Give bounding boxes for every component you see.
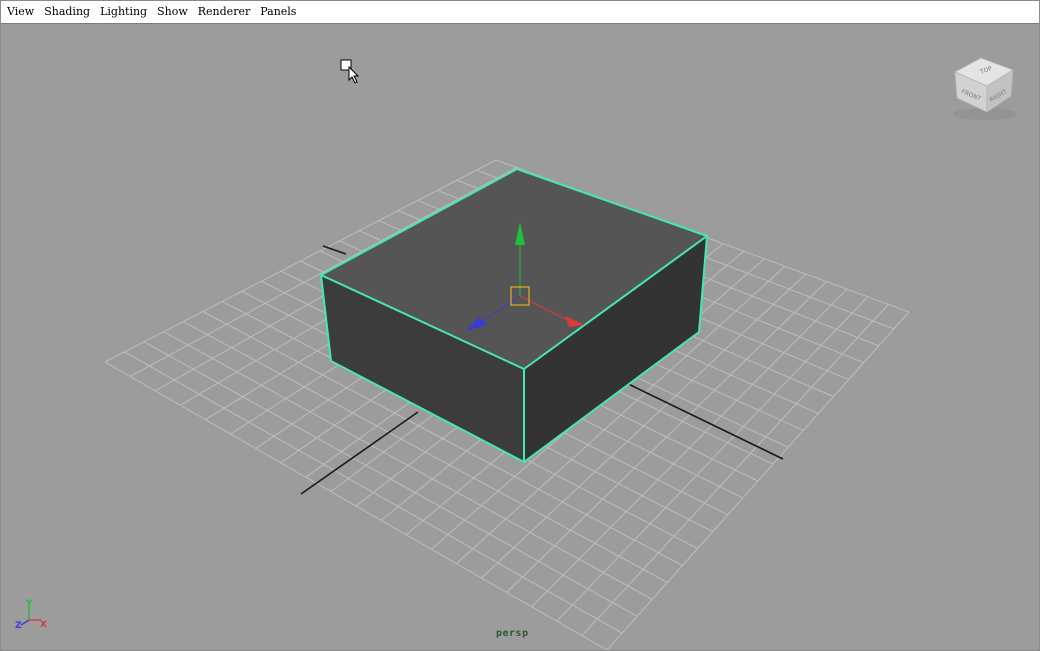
- perspective-viewport[interactable]: TOP FRONT RIGHT Y X Z persp: [1, 24, 1039, 650]
- viewport-canvas[interactable]: TOP FRONT RIGHT Y X Z: [1, 24, 1039, 650]
- axis-y-label: Y: [25, 599, 33, 609]
- menu-view[interactable]: View: [1, 1, 39, 23]
- panel-menubar: View Shading Lighting Show Renderer Pane…: [1, 1, 1039, 24]
- axis-x-label: X: [40, 620, 47, 630]
- cursor-select-icon: [340, 59, 360, 84]
- menu-lighting[interactable]: Lighting: [95, 1, 152, 23]
- menu-shading[interactable]: Shading: [39, 1, 95, 23]
- camera-name-label: persp: [496, 628, 529, 639]
- menu-renderer[interactable]: Renderer: [193, 1, 255, 23]
- axis-z-label: Z: [15, 621, 22, 631]
- menu-show[interactable]: Show: [152, 1, 193, 23]
- selected-box-mesh[interactable]: [320, 168, 708, 463]
- axis-indicator-icon: Y X Z: [15, 599, 47, 631]
- menu-panels[interactable]: Panels: [255, 1, 301, 23]
- view-cube-icon[interactable]: TOP FRONT RIGHT: [953, 57, 1017, 120]
- maya-viewport-panel: View Shading Lighting Show Renderer Pane…: [0, 0, 1040, 651]
